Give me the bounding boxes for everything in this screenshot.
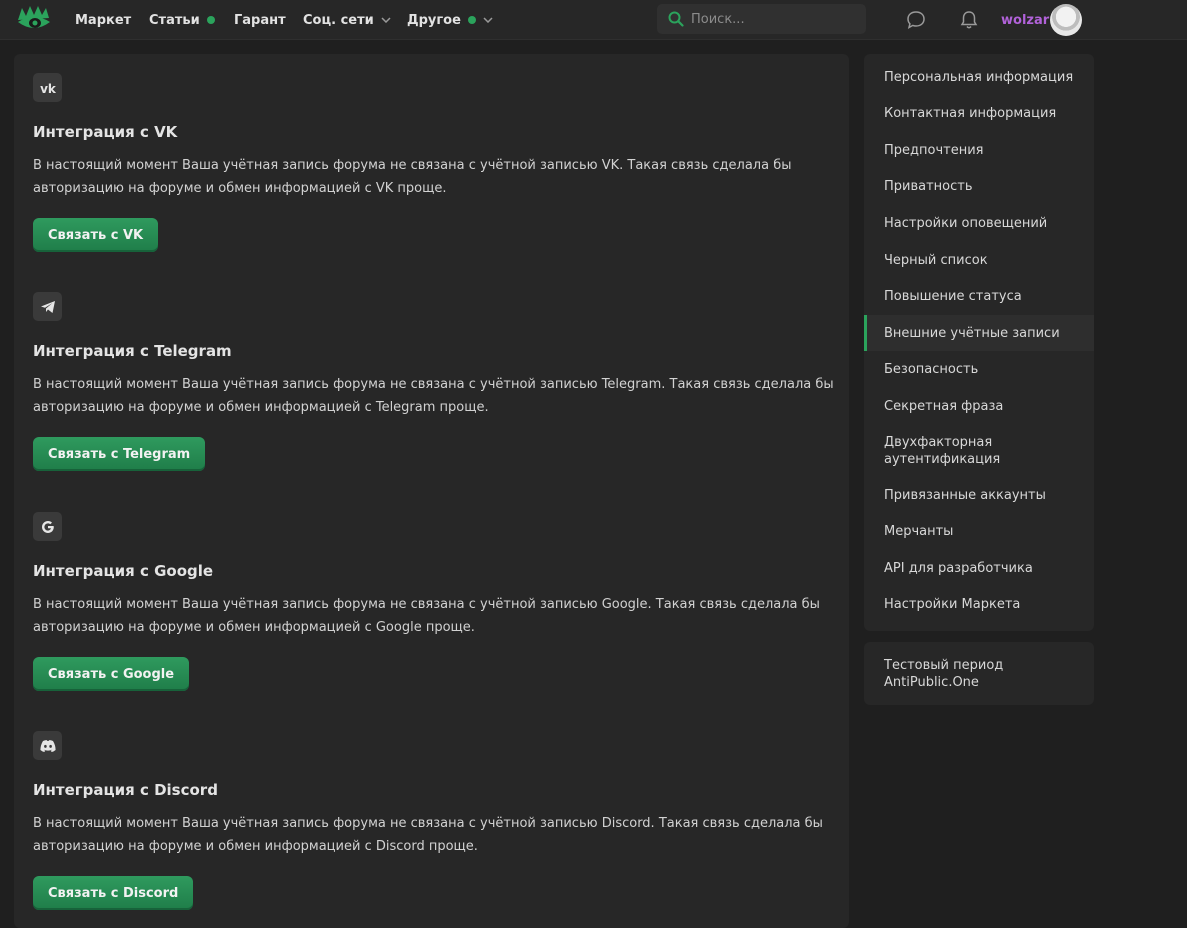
sidebar-item-label: Двухфакторная аутентификация — [884, 435, 1001, 467]
integration-title: Интеграция с Discord — [33, 781, 218, 799]
sidebar-item-label: Внешние учётные записи — [884, 325, 1060, 341]
nav-articles-label: Статьи — [149, 12, 200, 28]
sidebar-item-label: Настройки оповещений — [884, 216, 1048, 231]
sidebar-item-label: Настройки Маркета — [884, 597, 1021, 612]
external-accounts-panel: vk Интеграция с VK В настоящий момент Ва… — [14, 54, 849, 928]
avatar[interactable] — [1050, 4, 1082, 36]
link-vk-button[interactable]: Связать с VK — [33, 218, 159, 252]
sidebar-item-label: Черный список — [884, 252, 988, 268]
svg-text:vk: vk — [40, 82, 57, 94]
sidebar-item-label: Безопасность — [884, 362, 979, 377]
sidebar-item-contact-info[interactable]: Контактная информация — [864, 95, 1094, 132]
sidebar-item-label: Повышение статуса — [884, 289, 1022, 304]
sidebar-item-merchants[interactable]: Мерчанты — [864, 513, 1094, 550]
account-settings-sidebar: Персональная информация Контактная инфор… — [864, 54, 1094, 631]
nav-guarantee-label: Гарант — [234, 12, 286, 28]
new-indicator-dot — [206, 16, 215, 24]
search-box[interactable] — [657, 4, 866, 34]
sidebar-item-preferences[interactable]: Предпочтения — [864, 132, 1094, 168]
search-icon — [668, 11, 684, 27]
integration-telegram: Интеграция с Telegram В настоящий момент… — [33, 292, 843, 471]
nav-articles[interactable]: Статьи — [149, 0, 215, 40]
sidebar-item-privacy[interactable]: Приватность — [864, 168, 1094, 205]
sidebar-item-label: Мерчанты — [884, 524, 954, 539]
sidebar-item-external-accounts[interactable]: Внешние учётные записи — [864, 315, 1094, 351]
google-icon — [33, 512, 62, 541]
nav-social-label: Соц. сети — [303, 12, 374, 28]
link-discord-button[interactable]: Связать с Discord — [33, 876, 194, 910]
sidebar-item-label: Предпочтения — [884, 142, 984, 158]
sidebar-item-personal-info[interactable]: Персональная информация — [864, 60, 1094, 95]
telegram-icon — [33, 292, 62, 321]
bell-icon[interactable] — [958, 9, 980, 31]
sidebar-item-blacklist[interactable]: Черный список — [864, 242, 1094, 278]
sidebar-trial-label: Тестовый период AntiPublic.One — [884, 658, 1004, 690]
sidebar-item-secret-phrase[interactable]: Секретная фраза — [864, 388, 1094, 425]
nav-market-label: Маркет — [75, 12, 132, 28]
link-google-button[interactable]: Связать с Google — [33, 657, 190, 691]
sidebar-item-label: API для разработчика — [884, 560, 1033, 576]
sidebar-item-label: Персональная информация — [884, 70, 1074, 85]
sidebar-item-linked-accounts[interactable]: Привязанные аккаунты — [864, 477, 1094, 513]
sidebar-item-notification-settings[interactable]: Настройки оповещений — [864, 205, 1094, 242]
sidebar-item-two-factor-auth[interactable]: Двухфакторная аутентификация — [864, 425, 1094, 477]
nav-other[interactable]: Другое — [407, 0, 493, 40]
sidebar-item-label: Приватность — [884, 179, 973, 194]
integration-title: Интеграция с Telegram — [33, 342, 232, 360]
sidebar-item-market-settings[interactable]: Настройки Маркета — [864, 586, 1094, 623]
sidebar-item-security[interactable]: Безопасность — [864, 351, 1094, 388]
search-input[interactable] — [691, 11, 851, 27]
integration-discord: Интеграция с Discord В настоящий момент … — [33, 731, 843, 910]
sidebar-trial-antipublic[interactable]: Тестовый период AntiPublic.One — [864, 642, 1094, 705]
integration-description: В настоящий момент Ваша учётная запись ф… — [33, 377, 834, 415]
integration-description: В настоящий момент Ваша учётная запись ф… — [33, 597, 820, 635]
chevron-down-icon — [381, 17, 391, 23]
nav-guarantee[interactable]: Гарант — [234, 0, 286, 40]
nav-social[interactable]: Соц. сети — [303, 0, 391, 40]
top-navigation-bar: Маркет Статьи Гарант Соц. сети Другое wo… — [0, 0, 1187, 40]
site-logo[interactable] — [16, 4, 52, 36]
integration-description: В настоящий момент Ваша учётная запись ф… — [33, 816, 823, 854]
integration-description: В настоящий момент Ваша учётная запись ф… — [33, 158, 792, 196]
integration-google: Интеграция с Google В настоящий момент В… — [33, 512, 843, 691]
integration-title: Интеграция с Google — [33, 562, 214, 580]
sidebar-item-label: Привязанные аккаунты — [884, 487, 1046, 503]
sidebar-item-label: Секретная фраза — [884, 399, 1004, 414]
integration-title: Интеграция с VK — [33, 123, 178, 141]
discord-icon — [33, 731, 62, 760]
link-telegram-button[interactable]: Связать с Telegram — [33, 437, 206, 471]
username-link[interactable]: wolzar — [1001, 0, 1049, 40]
vk-icon: vk — [33, 73, 62, 102]
nav-market[interactable]: Маркет — [75, 0, 131, 40]
sidebar-item-status-upgrade[interactable]: Повышение статуса — [864, 278, 1094, 315]
sidebar-item-label: Контактная информация — [884, 106, 1057, 121]
chevron-down-icon — [483, 17, 493, 23]
new-indicator-dot — [467, 16, 476, 24]
nav-other-label: Другое — [407, 12, 461, 28]
sidebar-item-developer-api[interactable]: API для разработчика — [864, 550, 1094, 586]
integration-vk: vk Интеграция с VK В настоящий момент Ва… — [33, 73, 843, 252]
chat-icon[interactable] — [905, 9, 927, 31]
